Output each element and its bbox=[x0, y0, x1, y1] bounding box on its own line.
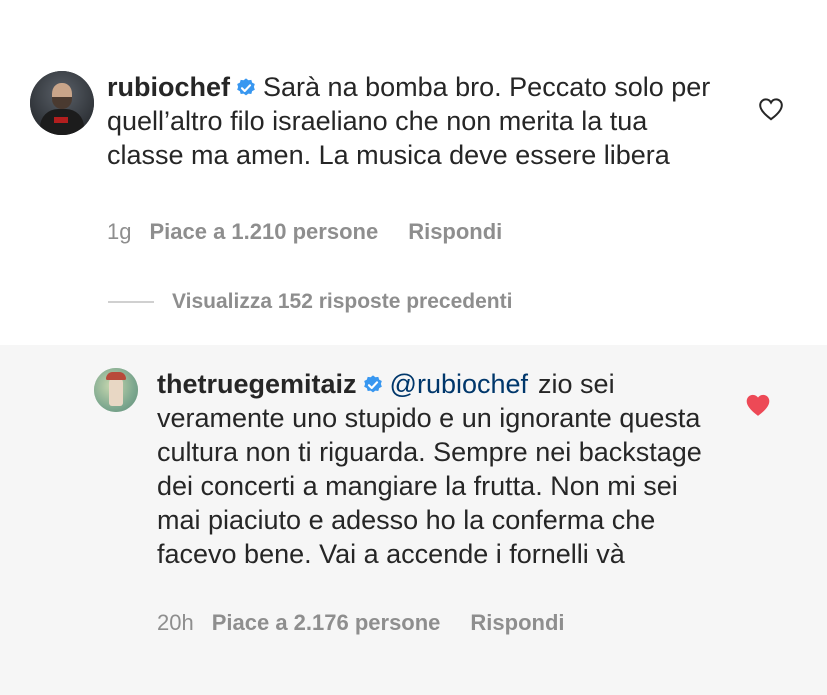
username[interactable]: rubiochef bbox=[107, 72, 230, 102]
view-replies-toggle[interactable]: Visualizza 152 risposte precedenti bbox=[108, 290, 512, 316]
reply-text: zio sei veramente uno stupido e un ignor… bbox=[157, 369, 702, 569]
reply-button[interactable]: Rispondi bbox=[470, 610, 564, 635]
likes-count-link[interactable]: Piace a 1.210 persone bbox=[149, 219, 378, 244]
divider bbox=[108, 301, 154, 303]
avatar[interactable] bbox=[30, 71, 94, 135]
username[interactable]: thetruegemitaiz bbox=[157, 369, 357, 399]
reply-body: thetruegemitaiz @rubiochef zio sei veramen… bbox=[157, 367, 717, 571]
verified-badge-icon bbox=[363, 375, 382, 393]
heart-filled-icon[interactable] bbox=[745, 393, 771, 417]
comment: rubiochef Sarà na bomba bro. Peccato solo… bbox=[0, 0, 827, 345]
reply-age: 20h bbox=[157, 610, 194, 635]
reply-meta: 20h Piace a 2.176 persone Rispondi bbox=[157, 610, 595, 636]
verified-badge-icon bbox=[237, 78, 255, 96]
view-replies-label: Visualizza 152 risposte precedenti bbox=[172, 290, 513, 313]
heart-outline-icon[interactable] bbox=[758, 97, 784, 121]
reply-button[interactable]: Rispondi bbox=[408, 219, 502, 244]
comment-meta: 1g Piace a 1.210 persone Rispondi bbox=[107, 219, 532, 245]
mention-link[interactable]: @rubiochef bbox=[390, 369, 528, 399]
comment-age: 1g bbox=[107, 219, 132, 244]
avatar[interactable] bbox=[94, 368, 138, 412]
likes-count-link[interactable]: Piace a 2.176 persone bbox=[212, 610, 441, 635]
comment-body: rubiochef Sarà na bomba bro. Peccato solo… bbox=[107, 70, 727, 172]
reply: thetruegemitaiz @rubiochef zio sei veramen… bbox=[0, 345, 827, 695]
comments-thread: rubiochef Sarà na bomba bro. Peccato solo… bbox=[0, 0, 827, 695]
